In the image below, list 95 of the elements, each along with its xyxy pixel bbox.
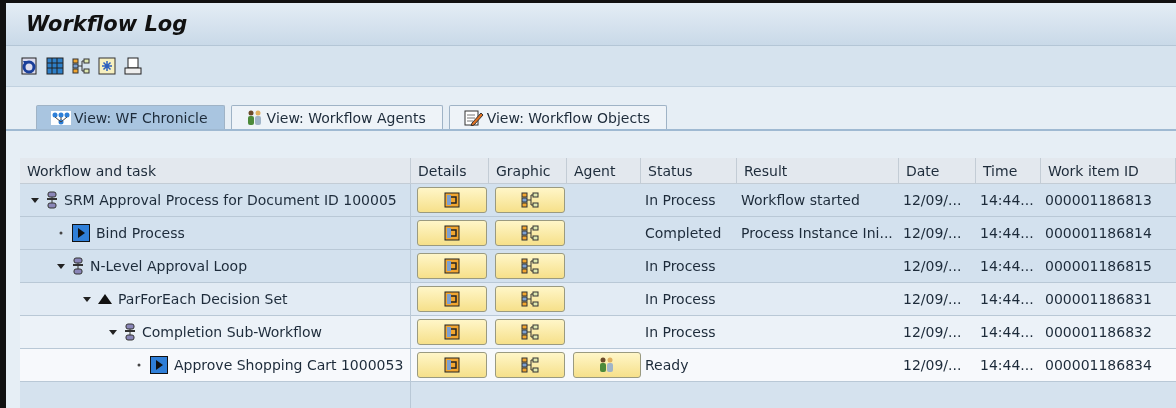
- detail-icon: [444, 225, 460, 241]
- status-text: In Process: [645, 192, 716, 208]
- triangle-icon: [98, 294, 112, 304]
- hierarchy-icon: [521, 258, 539, 274]
- status-text: Ready: [645, 357, 689, 373]
- column-header[interactable]: Date: [899, 158, 976, 184]
- people-icon: [245, 109, 264, 126]
- details-button[interactable]: [417, 220, 487, 246]
- hierarchy-icon: [521, 357, 539, 373]
- work-item-id: 000001186832: [1045, 324, 1152, 340]
- column-header[interactable]: Agent: [567, 158, 641, 184]
- edit-icon: [463, 109, 484, 126]
- details-button[interactable]: [417, 253, 487, 279]
- date-text: 12/09/...: [903, 324, 962, 340]
- detail-icon: [444, 192, 460, 208]
- work-item-id: 000001186815: [1045, 258, 1152, 274]
- tab[interactable]: View: WF Chronicle: [36, 105, 225, 129]
- table-row[interactable]: Bind Process Completed Process Instance Ini... 12/09/... 14:44... 000001186814: [20, 217, 1176, 250]
- play-icon: [150, 356, 168, 374]
- hierarchy-icon: [521, 192, 539, 208]
- status-text: In Process: [645, 291, 716, 307]
- task-name: ParForEach Decision Set: [118, 291, 288, 307]
- people-icon: [598, 357, 616, 373]
- workflow-icon: [46, 191, 58, 209]
- detail-icon: [444, 258, 460, 274]
- hierarchy-icon: [521, 291, 539, 307]
- tab[interactable]: View: Workflow Objects: [448, 105, 667, 129]
- status-text: In Process: [645, 324, 716, 340]
- details-button[interactable]: [417, 319, 487, 345]
- collapse-arrow-icon[interactable]: [30, 195, 40, 205]
- date-text: 12/09/...: [903, 357, 962, 373]
- date-text: 12/09/...: [903, 192, 962, 208]
- tab[interactable]: View: Workflow Agents: [230, 105, 443, 129]
- column-header[interactable]: Work item ID: [1041, 158, 1176, 184]
- details-button[interactable]: [417, 352, 487, 378]
- column-header[interactable]: Result: [737, 158, 899, 184]
- detail-icon: [444, 324, 460, 340]
- table-row[interactable]: SRM Approval Process for Document ID 100005 In Process Workflow started 12/09/... 14:44... 000001186813: [20, 184, 1176, 217]
- date-text: 12/09/...: [903, 225, 962, 241]
- work-item-id: 000001186834: [1045, 357, 1152, 373]
- collapse-arrow-icon[interactable]: [82, 294, 92, 304]
- hierarchy-icon: [521, 225, 539, 241]
- hierarchy-icon: [521, 324, 539, 340]
- time-text: 14:44...: [980, 357, 1034, 373]
- refresh-icon[interactable]: [20, 57, 38, 75]
- agent-button[interactable]: [573, 352, 641, 378]
- column-header[interactable]: Time: [976, 158, 1041, 184]
- play-icon: [72, 224, 90, 242]
- table-icon[interactable]: [46, 57, 64, 75]
- time-text: 14:44...: [980, 324, 1034, 340]
- time-text: 14:44...: [980, 258, 1034, 274]
- graphic-button[interactable]: [495, 319, 565, 345]
- result-text: Process Instance Ini...: [741, 225, 893, 241]
- graphic-button[interactable]: [495, 187, 565, 213]
- work-item-id: 000001186831: [1045, 291, 1152, 307]
- table-row[interactable]: Completion Sub-Workflow In Process 12/09/... 14:44... 000001186832: [20, 316, 1176, 349]
- graphic-button[interactable]: [495, 220, 565, 246]
- work-item-id: 000001186814: [1045, 225, 1152, 241]
- graphic-button[interactable]: [495, 286, 565, 312]
- detail-icon: [444, 291, 460, 307]
- print-icon[interactable]: [124, 57, 142, 75]
- task-name: N-Level Approval Loop: [90, 258, 248, 274]
- star-box-icon[interactable]: [98, 57, 116, 75]
- workflow-icon: [72, 257, 84, 275]
- work-item-id: 000001186813: [1045, 192, 1152, 208]
- window-title: Workflow Log: [26, 12, 188, 36]
- details-button[interactable]: [417, 286, 487, 312]
- collapse-arrow-icon[interactable]: [56, 261, 66, 271]
- graphic-button[interactable]: [495, 253, 565, 279]
- table-row[interactable]: N-Level Approval Loop In Process 12/09/... 14:44... 000001186815: [20, 250, 1176, 283]
- workflow-icon: [124, 323, 136, 341]
- column-header[interactable]: Graphic: [489, 158, 567, 184]
- time-text: 14:44...: [980, 291, 1034, 307]
- detail-icon: [444, 357, 460, 373]
- column-header[interactable]: Status: [641, 158, 737, 184]
- table-row[interactable]: Approve Shopping Cart 1000053 Ready 12/09/... 14:44... 000001186834: [20, 349, 1176, 382]
- details-button[interactable]: [417, 187, 487, 213]
- table-row[interactable]: ParForEach Decision Set In Process 12/09/... 14:44... 000001186831: [20, 283, 1176, 316]
- date-text: 12/09/...: [903, 258, 962, 274]
- result-text: Workflow started: [741, 192, 860, 208]
- task-name: Approve Shopping Cart 1000053: [174, 357, 404, 373]
- graphic-button[interactable]: [495, 352, 565, 378]
- date-text: 12/09/...: [903, 291, 962, 307]
- hierarchy-icon[interactable]: [72, 57, 90, 75]
- status-text: In Process: [645, 258, 716, 274]
- task-name: Bind Process: [96, 225, 185, 241]
- column-header[interactable]: Workflow and task: [20, 158, 411, 184]
- status-text: Completed: [645, 225, 722, 241]
- collapse-arrow-icon[interactable]: [108, 327, 118, 337]
- time-text: 14:44...: [980, 192, 1034, 208]
- time-text: 14:44...: [980, 225, 1034, 241]
- task-name: SRM Approval Process for Document ID 100005: [64, 192, 397, 208]
- network-icon: [51, 110, 71, 125]
- task-name: Completion Sub-Workflow: [142, 324, 323, 340]
- column-header[interactable]: Details: [411, 158, 489, 184]
